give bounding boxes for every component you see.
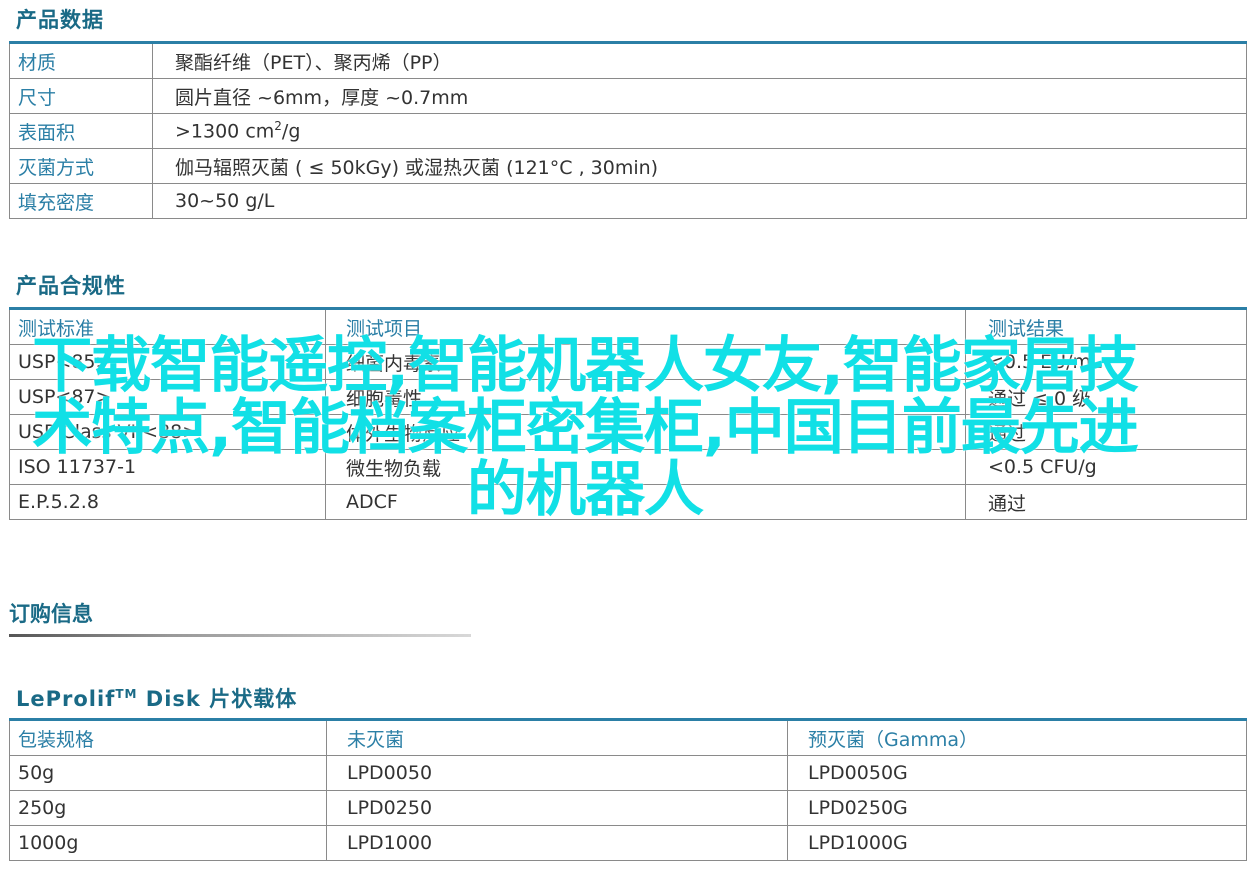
header-item: 测试项目 [325,307,966,345]
row-label: 填充密度 [9,183,153,219]
header-non-sterile: 未灭菌 [326,718,788,756]
table-row: 尺寸 圆片直径 ~6mm，厚度 ~0.7mm [9,78,1247,114]
cell-standard: USP Class VI <88> [9,414,326,450]
table-row: 1000g LPD1000 LPD1000G [9,825,1247,861]
order-table: 包装规格 未灭菌 预灭菌（Gamma） 50g LPD0050 LPD0050G… [9,718,1247,861]
compliance-table: 测试标准 测试项目 测试结果 USP<85> 细菌内毒素 <0.5 EU/mL … [9,307,1247,520]
cell-result: 通过 [965,484,1247,520]
header-sterile: 预灭菌（Gamma） [787,718,1247,756]
cell-standard: USP<85> [9,344,326,380]
product-data-title: 产品数据 [16,8,104,32]
cell-sterile: LPD0250G [787,790,1247,826]
table-row: 250g LPD0250 LPD0250G [9,790,1247,826]
table-row: E.P.5.2.8 ADCF 通过 [9,484,1247,520]
cell-item: 细胞毒性 [325,379,966,415]
title-underline [9,634,471,637]
cell-non-sterile: LPD0050 [326,755,788,791]
cell-result: <0.5 CFU/g [965,449,1247,485]
cell-standard: E.P.5.2.8 [9,484,326,520]
cell-package: 1000g [9,825,327,861]
compliance-title: 产品合规性 [16,274,126,298]
header-result: 测试结果 [965,307,1247,345]
cell-item: 体外生物反应 [325,414,966,450]
trademark-sup: TM [115,687,138,701]
table-row: 灭菌方式 伽马辐照灭菌 ( ≤ 50kGy) 或湿热灭菌 (121°C , 30… [9,148,1247,184]
value-superscript: 2 [274,119,282,134]
row-label: 表面积 [9,113,153,149]
table-row: 50g LPD0050 LPD0050G [9,755,1247,791]
cell-sterile: LPD1000G [787,825,1247,861]
row-value: >1300 cm2/g [152,113,1247,149]
row-value: 聚酯纤维（PET）、聚丙烯（PP） [152,41,1247,79]
product-data-table: 材质 聚酯纤维（PET）、聚丙烯（PP） 尺寸 圆片直径 ~6mm，厚度 ~0.… [9,41,1247,219]
table-row: USP<85> 细菌内毒素 <0.5 EU/mL [9,344,1247,380]
table-header-row: 测试标准 测试项目 测试结果 [9,307,1247,345]
row-label: 灭菌方式 [9,148,153,184]
table-row: ISO 11737-1 微生物负载 <0.5 CFU/g [9,449,1247,485]
cell-package: 250g [9,790,327,826]
cell-result: 通过 [965,414,1247,450]
order-info-title: 订购信息 [9,602,93,626]
cell-non-sterile: LPD1000 [326,825,788,861]
table-row: 材质 聚酯纤维（PET）、聚丙烯（PP） [9,41,1247,79]
row-value: 圆片直径 ~6mm，厚度 ~0.7mm [152,78,1247,114]
cell-item: ADCF [325,484,966,520]
header-standard: 测试标准 [9,307,326,345]
row-value: 30~50 g/L [152,183,1247,219]
cell-non-sterile: LPD0250 [326,790,788,826]
cell-package: 50g [9,755,327,791]
table-row: USP Class VI <88> 体外生物反应 通过 [9,414,1247,450]
cell-standard: USP<87> [9,379,326,415]
table-row: USP<87> 细胞毒性 通过 ≤ 0 级 [9,379,1247,415]
row-label: 尺寸 [9,78,153,114]
value-unit: /g [281,120,301,143]
product-name: LeProlif [16,687,116,711]
value-main: >1300 cm [175,120,275,143]
header-package: 包装规格 [9,718,327,756]
table-row: 表面积 >1300 cm2/g [9,113,1247,149]
product-name-suffix: Disk 片状载体 [137,687,298,711]
cell-standard: ISO 11737-1 [9,449,326,485]
cell-item: 微生物负载 [325,449,966,485]
row-label: 材质 [9,41,153,79]
product-name-title: LeProlifTM Disk 片状载体 [16,683,297,713]
row-value: 伽马辐照灭菌 ( ≤ 50kGy) 或湿热灭菌 (121°C , 30min) [152,148,1247,184]
cell-sterile: LPD0050G [787,755,1247,791]
table-row: 填充密度 30~50 g/L [9,183,1247,219]
cell-item: 细菌内毒素 [325,344,966,380]
cell-result: <0.5 EU/mL [965,344,1247,380]
cell-result: 通过 ≤ 0 级 [965,379,1247,415]
table-header-row: 包装规格 未灭菌 预灭菌（Gamma） [9,718,1247,756]
